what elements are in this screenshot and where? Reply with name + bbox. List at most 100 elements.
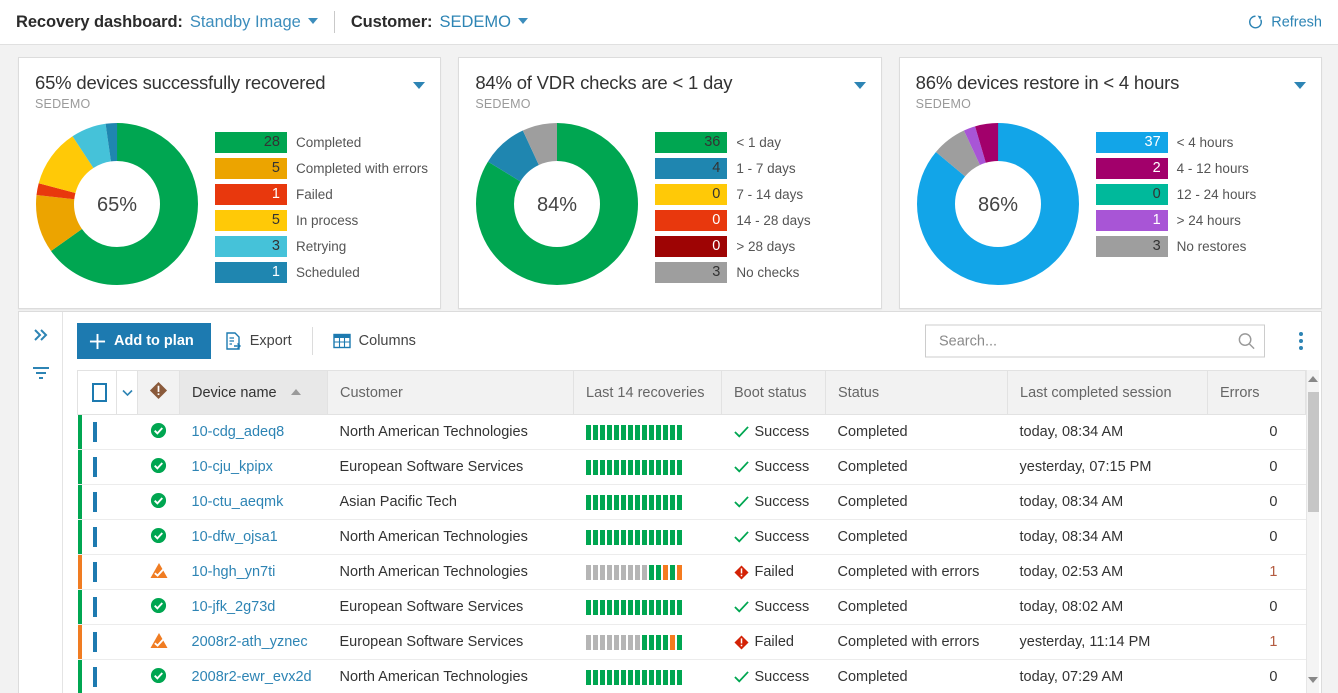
search-input[interactable] xyxy=(937,332,1237,350)
row-checkbox[interactable] xyxy=(93,492,97,512)
device-link[interactable]: 2008r2-ath_yznec xyxy=(192,634,308,650)
legend-value: 0 xyxy=(655,210,727,231)
column-header-last-completed-session[interactable]: Last completed session xyxy=(1008,371,1208,415)
table-row[interactable]: 10-hgh_yn7tiNorth American TechnologiesF… xyxy=(78,555,1306,590)
legend-item[interactable]: 2 4 - 12 hours xyxy=(1096,155,1321,181)
legend-item[interactable]: 5 In process xyxy=(215,207,440,233)
table-row[interactable]: 10-jfk_2g73dEuropean Software ServicesSu… xyxy=(78,590,1306,625)
spark-bar xyxy=(663,425,668,440)
select-all-menu-button[interactable] xyxy=(116,371,137,414)
row-select-cell[interactable] xyxy=(78,555,138,590)
row-checkbox[interactable] xyxy=(93,527,97,547)
legend-item[interactable]: 3 No checks xyxy=(655,259,880,285)
filter-icon[interactable] xyxy=(30,364,52,387)
table-vertical-scrollbar[interactable] xyxy=(1306,370,1319,693)
row-select-cell[interactable] xyxy=(78,415,138,450)
table-row[interactable]: 10-cju_kpipxEuropean Software ServicesSu… xyxy=(78,450,1306,485)
cell-device-name[interactable]: 2008r2-ath_yznec xyxy=(180,625,328,660)
device-link[interactable]: 10-jfk_2g73d xyxy=(192,599,276,615)
donut-center-label: 84% xyxy=(537,194,577,216)
device-link[interactable]: 10-cju_kpipx xyxy=(192,459,273,475)
spark-bar xyxy=(593,600,598,615)
card-menu-caret-icon[interactable] xyxy=(413,82,425,89)
legend-item[interactable]: 4 1 - 7 days xyxy=(655,155,880,181)
card-menu-caret-icon[interactable] xyxy=(854,82,866,89)
row-checkbox[interactable] xyxy=(93,562,97,582)
scrollbar-thumb[interactable] xyxy=(1308,392,1319,512)
column-header-errors[interactable]: Errors xyxy=(1208,371,1306,415)
row-status-stripe xyxy=(78,450,82,484)
legend-item[interactable]: 1 Failed xyxy=(215,181,440,207)
row-select-cell[interactable] xyxy=(78,660,138,693)
row-select-cell[interactable] xyxy=(78,520,138,555)
spark-bar xyxy=(642,530,647,545)
legend-item[interactable]: 3 Retrying xyxy=(215,233,440,259)
cell-device-name[interactable]: 10-cju_kpipx xyxy=(180,450,328,485)
add-to-plan-button[interactable]: Add to plan xyxy=(77,323,211,359)
legend-label: 7 - 14 days xyxy=(736,187,803,202)
row-checkbox[interactable] xyxy=(93,422,97,442)
device-link[interactable]: 10-cdg_adeq8 xyxy=(192,424,285,440)
export-button[interactable]: Export xyxy=(211,323,306,359)
legend-label: > 28 days xyxy=(736,239,795,254)
table-row[interactable]: 2008r2-ath_yznecEuropean Software Servic… xyxy=(78,625,1306,660)
scroll-up-arrow-icon[interactable] xyxy=(1308,376,1318,382)
card-menu-caret-icon[interactable] xyxy=(1294,82,1306,89)
legend-item[interactable]: 0 > 28 days xyxy=(655,233,880,259)
column-header-boot-status[interactable]: Boot status xyxy=(722,371,826,415)
cell-device-name[interactable]: 10-dfw_ojsa1 xyxy=(180,520,328,555)
table-row[interactable]: 2008r2-ewr_evx2dNorth American Technolog… xyxy=(78,660,1306,693)
legend-item[interactable]: 3 No restores xyxy=(1096,233,1321,259)
legend-item[interactable]: 0 12 - 24 hours xyxy=(1096,181,1321,207)
cell-errors: 0 xyxy=(1208,660,1306,693)
legend-item[interactable]: 37 < 4 hours xyxy=(1096,129,1321,155)
row-checkbox[interactable] xyxy=(93,597,97,617)
search-box[interactable] xyxy=(925,325,1265,358)
dashboard-selector[interactable]: Standby Image xyxy=(190,13,318,32)
columns-button[interactable]: Columns xyxy=(319,323,430,359)
device-link[interactable]: 10-ctu_aeqmk xyxy=(192,494,284,510)
column-header-last-14-recoveries[interactable]: Last 14 recoveries xyxy=(574,371,722,415)
scroll-down-arrow-icon[interactable] xyxy=(1308,677,1318,683)
row-select-cell[interactable] xyxy=(78,485,138,520)
boot-status-label: Success xyxy=(755,494,810,510)
legend-item[interactable]: 5 Completed with errors xyxy=(215,155,440,181)
legend-label: 1 - 7 days xyxy=(736,161,795,176)
device-link[interactable]: 10-hgh_yn7ti xyxy=(192,564,276,580)
row-checkbox[interactable] xyxy=(93,632,97,652)
legend-item[interactable]: 1 Scheduled xyxy=(215,259,440,285)
spark-bar xyxy=(656,495,661,510)
legend-item[interactable]: 0 7 - 14 days xyxy=(655,181,880,207)
cell-device-name[interactable]: 2008r2-ewr_evx2d xyxy=(180,660,328,693)
column-header-device-name[interactable]: Device name xyxy=(180,371,328,415)
row-checkbox[interactable] xyxy=(93,667,97,687)
cell-boot-status: Success xyxy=(722,450,826,485)
cell-device-name[interactable]: 10-hgh_yn7ti xyxy=(180,555,328,590)
search-icon[interactable] xyxy=(1237,332,1256,351)
refresh-button[interactable]: Refresh xyxy=(1247,14,1322,31)
legend-item[interactable]: 1 > 24 hours xyxy=(1096,207,1321,233)
table-row[interactable]: 10-dfw_ojsa1North American TechnologiesS… xyxy=(78,520,1306,555)
column-header-status[interactable]: Status xyxy=(826,371,1008,415)
more-options-button[interactable] xyxy=(1299,332,1303,350)
table-row[interactable]: 10-ctu_aeqmkAsian Pacific TechSuccessCom… xyxy=(78,485,1306,520)
row-select-cell[interactable] xyxy=(78,450,138,485)
expand-panel-icon[interactable] xyxy=(32,327,50,348)
table-row[interactable]: 10-cdg_adeq8North American TechnologiesS… xyxy=(78,415,1306,450)
row-select-cell[interactable] xyxy=(78,625,138,660)
legend-item[interactable]: 28 Completed xyxy=(215,129,440,155)
cell-device-name[interactable]: 10-cdg_adeq8 xyxy=(180,415,328,450)
row-checkbox[interactable] xyxy=(93,457,97,477)
row-select-cell[interactable] xyxy=(78,590,138,625)
cell-device-name[interactable]: 10-jfk_2g73d xyxy=(180,590,328,625)
device-link[interactable]: 2008r2-ewr_evx2d xyxy=(192,669,312,685)
select-all-checkbox[interactable] xyxy=(92,383,107,402)
column-header-customer[interactable]: Customer xyxy=(328,371,574,415)
spark-bar xyxy=(614,425,619,440)
device-link[interactable]: 10-dfw_ojsa1 xyxy=(192,529,278,545)
column-label: Device name xyxy=(192,385,277,401)
customer-selector[interactable]: SEDEMO xyxy=(439,13,528,32)
cell-device-name[interactable]: 10-ctu_aeqmk xyxy=(180,485,328,520)
legend-item[interactable]: 36 < 1 day xyxy=(655,129,880,155)
legend-item[interactable]: 0 14 - 28 days xyxy=(655,207,880,233)
